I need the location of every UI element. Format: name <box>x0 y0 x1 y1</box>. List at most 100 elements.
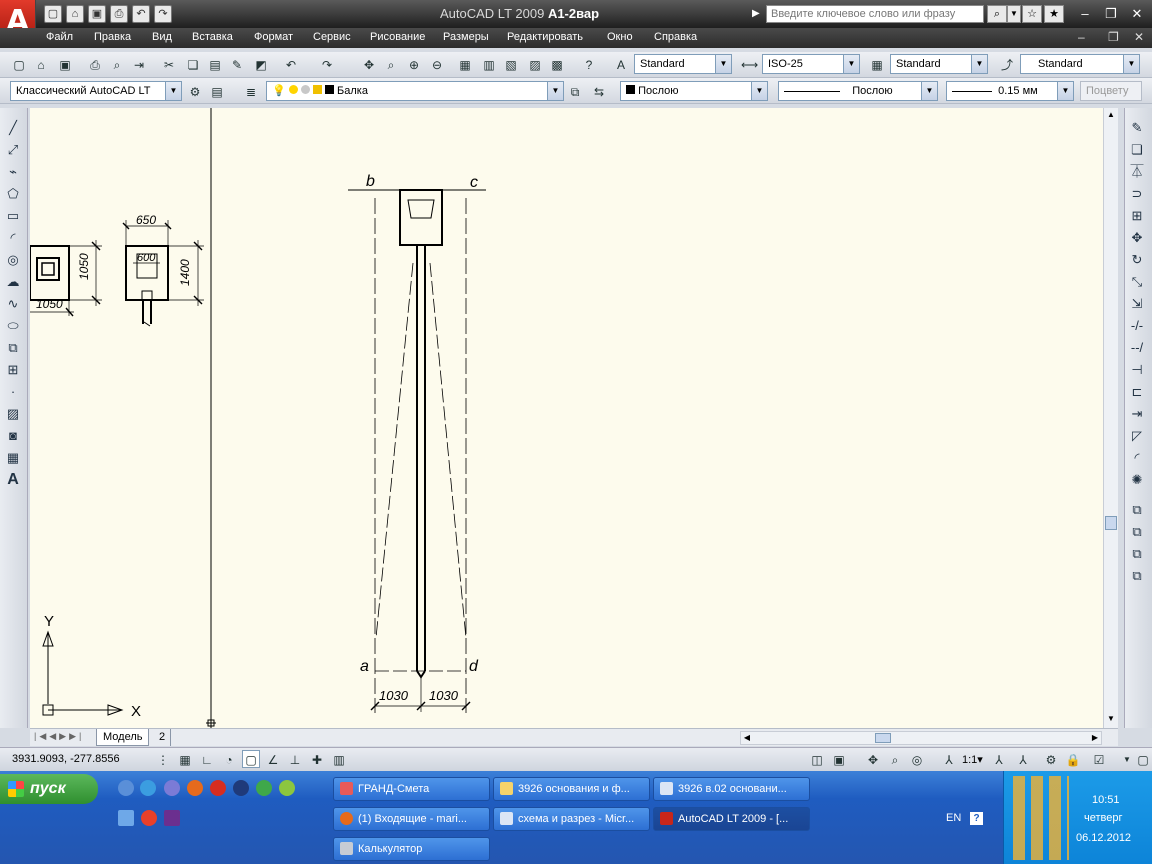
rectangle-icon[interactable]: ▭ <box>3 206 23 226</box>
text-style-select[interactable]: Standard ▼ <box>634 54 732 74</box>
show-desktop-icon[interactable] <box>118 780 134 796</box>
doc-restore-icon[interactable]: ❐ <box>1108 30 1119 44</box>
menu-file[interactable]: Файл <box>46 31 73 43</box>
menu-edit[interactable]: Правка <box>94 31 131 43</box>
table-style-icon[interactable]: ▦ <box>868 55 886 73</box>
status-tray-settings-icon[interactable]: ☑ <box>1090 750 1108 768</box>
layer-properties-icon[interactable]: ≣ <box>242 82 260 100</box>
tray-icons[interactable] <box>1013 776 1069 860</box>
menu-view[interactable]: Вид <box>152 31 172 43</box>
scroll-right-icon[interactable]: ▶ <box>1089 732 1101 744</box>
zoom-icon[interactable]: ⌕ <box>886 750 904 768</box>
make-current-layer-icon[interactable]: ⧉ <box>566 82 584 100</box>
lineweight-select[interactable]: 0.15 мм ▼ <box>946 81 1074 101</box>
multiline-text-icon[interactable]: A <box>3 470 23 490</box>
annotation-scale-value[interactable]: 1:1▾ <box>962 753 983 766</box>
task-grand-smeta[interactable]: ГРАНД-Смета <box>333 777 490 801</box>
make-block-icon[interactable]: ⊞ <box>3 360 23 380</box>
rotate-icon[interactable]: ↻ <box>1127 250 1147 270</box>
explode-icon[interactable]: ✺ <box>1127 470 1147 490</box>
firefox-icon[interactable] <box>187 780 203 796</box>
insert-block-icon[interactable]: ⧉ <box>3 338 23 358</box>
expand-arrow-icon[interactable]: ▶ <box>752 8 760 19</box>
close-icon[interactable]: ✕ <box>1126 5 1148 23</box>
draw-order-below-icon[interactable]: ⧉ <box>1127 566 1147 586</box>
file-manager-icon[interactable] <box>118 810 134 826</box>
hatch-icon[interactable]: ▨ <box>3 404 23 424</box>
plot-icon[interactable]: ⎙ <box>86 55 104 73</box>
dynamic-input-icon[interactable]: ✚ <box>308 750 326 768</box>
search-dropdown-icon[interactable]: ▼ <box>1007 5 1021 23</box>
auto-scale-icon[interactable]: ⅄ <box>1014 750 1032 768</box>
paste-icon[interactable]: ▤ <box>206 55 224 73</box>
minimize-icon[interactable]: – <box>1074 5 1096 23</box>
vertical-scrollbar[interactable]: ▲ ▼ <box>1103 108 1118 728</box>
pan-icon[interactable]: ✥ <box>360 55 378 73</box>
draw-order-front-icon[interactable]: ⧉ <box>1127 500 1147 520</box>
scroll-down-icon[interactable]: ▼ <box>1104 712 1118 726</box>
doc-close-icon[interactable]: ✕ <box>1134 30 1144 44</box>
internet-explorer-icon[interactable] <box>140 780 156 796</box>
menu-help[interactable]: Справка <box>654 31 697 43</box>
scroll-thumb[interactable] <box>1105 516 1117 530</box>
chamfer-icon[interactable]: ◸ <box>1127 426 1147 446</box>
communication-center-icon[interactable]: ☆ <box>1022 5 1042 23</box>
object-snap-icon[interactable]: ▢ <box>242 750 260 768</box>
text-style-icon[interactable]: A <box>612 55 630 73</box>
polar-tracking-icon[interactable]: ◔ <box>220 750 238 768</box>
scroll-up-icon[interactable]: ▲ <box>1104 108 1118 122</box>
save-icon[interactable]: ▣ <box>56 55 74 73</box>
plot-preview-icon[interactable]: ⌕ <box>108 55 126 73</box>
task-autocad[interactable]: AutoCAD LT 2009 - [... <box>653 807 810 831</box>
properties-icon[interactable]: ▦ <box>456 55 474 73</box>
menu-insert[interactable]: Вставка <box>192 31 233 43</box>
task-calculator[interactable]: Калькулятор <box>333 837 490 861</box>
array-icon[interactable]: ⊞ <box>1127 206 1147 226</box>
extend-icon[interactable]: --/ <box>1127 338 1147 358</box>
cut-icon[interactable]: ✂ <box>160 55 178 73</box>
table-icon[interactable]: ▦ <box>3 448 23 468</box>
menu-dimension[interactable]: Размеры <box>443 31 489 43</box>
search-icon[interactable]: ⌕ <box>987 5 1007 23</box>
toolbar-lock-icon[interactable]: 🔒 <box>1064 750 1082 768</box>
scroll-left-icon[interactable]: ◀ <box>741 732 753 744</box>
start-button[interactable]: пуск <box>0 774 98 804</box>
copy-object-icon[interactable]: ❏ <box>1127 140 1147 160</box>
layer-select[interactable]: 💡 Балка ▼ <box>266 81 564 101</box>
menu-format[interactable]: Формат <box>254 31 293 43</box>
zoom-realtime-icon[interactable]: ⌕ <box>382 55 400 73</box>
model-space-icon[interactable]: ◫ <box>808 750 826 768</box>
undo-icon[interactable]: ↶ <box>282 55 300 73</box>
tab-navigation-icons[interactable]: |◀◀▶▶| <box>34 731 84 742</box>
tab-layout-2[interactable]: 2 <box>154 729 172 746</box>
task-word-doc-1[interactable]: 3926 в.02 основани... <box>653 777 810 801</box>
steering-wheel-icon[interactable]: ◎ <box>908 750 926 768</box>
polygon-icon[interactable]: ⬠ <box>3 184 23 204</box>
workspace-settings-icon[interactable]: ⚙ <box>186 82 204 100</box>
construction-line-icon[interactable]: ⤢ <box>3 140 23 160</box>
doc-minimize-icon[interactable]: – <box>1078 30 1085 44</box>
linetype-select[interactable]: Послою ▼ <box>778 81 938 101</box>
scale-icon[interactable]: ⤡ <box>1127 272 1147 292</box>
redo-icon[interactable]: ↷ <box>154 5 172 23</box>
sheet-set-icon[interactable]: ▨ <box>526 55 544 73</box>
h-scroll-thumb[interactable] <box>875 733 891 743</box>
point-icon[interactable]: · <box>3 382 23 402</box>
search-input[interactable]: Введите ключевое слово или фразу <box>766 5 984 23</box>
tool-palettes-icon[interactable]: ▧ <box>502 55 520 73</box>
multileader-style-icon[interactable]: ⤴ <box>998 55 1016 73</box>
match-properties-icon[interactable]: ✎ <box>228 55 246 73</box>
redo-icon[interactable]: ↷ <box>318 55 336 73</box>
snap-mode-icon[interactable]: ⋮ <box>154 750 172 768</box>
clock-time[interactable]: 10:51 <box>1092 794 1120 806</box>
media-player-icon[interactable] <box>233 780 249 796</box>
opera-icon[interactable] <box>210 780 226 796</box>
block-editor-icon[interactable]: ◩ <box>252 55 270 73</box>
pan-icon[interactable]: ✥ <box>864 750 882 768</box>
zoom-previous-icon[interactable]: ⊖ <box>428 55 446 73</box>
markup-icon[interactable]: ▩ <box>548 55 566 73</box>
ortho-mode-icon[interactable]: ∟ <box>198 750 216 768</box>
horizontal-scrollbar[interactable]: ◀ ▶ <box>740 731 1102 745</box>
draw-order-back-icon[interactable]: ⧉ <box>1127 522 1147 542</box>
help-icon[interactable]: ? <box>970 812 983 825</box>
